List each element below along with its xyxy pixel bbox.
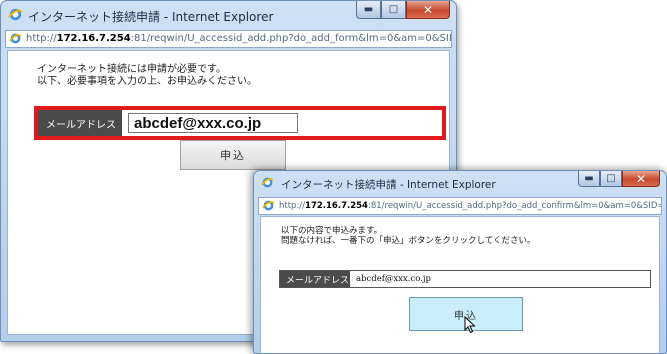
address-bar[interactable]: http://172.16.7.254:81/reqwin/U_accessid… bbox=[5, 30, 452, 48]
email-field-row: メールアドレス abcdef@xxx.co.jp bbox=[34, 106, 446, 140]
maximize-button[interactable]: □ bbox=[381, 1, 406, 19]
url-path: :81/reqwin/U_accessid_add.php?do_add_con… bbox=[367, 201, 662, 211]
ie-page-icon bbox=[262, 200, 275, 211]
email-field-container: abcdef@xxx.co.jp bbox=[122, 110, 442, 136]
confirmation-line: 以下の内容で申込みます。 bbox=[281, 226, 383, 236]
minimize-button[interactable]: ▬ bbox=[356, 1, 381, 19]
confirmation-line: 問題なければ、一番下の「申込」ボタンをクリックしてください。 bbox=[281, 236, 536, 246]
close-button[interactable]: ✕ bbox=[622, 171, 660, 187]
url-scheme: http:// bbox=[26, 33, 57, 44]
minimize-icon: ▬ bbox=[363, 4, 374, 15]
title-bar[interactable]: インターネット接続申請 - Internet Explorer ▬ □ ✕ bbox=[1, 1, 456, 29]
address-bar[interactable]: http://172.16.7.254:81/reqwin/U_accessid… bbox=[258, 197, 662, 215]
instruction-text: インターネット接続には申請が必要です。 以下、必要事項を入力の上、お申込みくださ… bbox=[37, 64, 257, 88]
url-host: 172.16.7.254 bbox=[305, 201, 368, 211]
close-icon: ✕ bbox=[422, 2, 434, 17]
submit-button[interactable]: 申込 bbox=[180, 140, 286, 170]
email-field-row: メールアドレス abcdef@xxx.co.jp bbox=[279, 270, 651, 288]
instruction-line: インターネット接続には申請が必要です。 bbox=[37, 64, 226, 75]
ie-logo-icon bbox=[261, 177, 274, 188]
ie-page-icon bbox=[9, 33, 22, 44]
close-button[interactable]: ✕ bbox=[406, 1, 450, 19]
instruction-line: 以下、必要事項を入力の上、お申込みください。 bbox=[37, 76, 257, 87]
title-bar[interactable]: インターネット接続申請 - Internet Explorer ▬ □ ✕ bbox=[254, 171, 666, 199]
minimize-button[interactable]: ▬ bbox=[578, 171, 600, 187]
confirmation-window: インターネット接続申請 - Internet Explorer ▬ □ ✕ ht… bbox=[253, 170, 667, 354]
confirmation-text: 以下の内容で申込みます。 問題なければ、一番下の「申込」ボタンをクリックしてくだ… bbox=[281, 226, 536, 246]
window-title: インターネット接続申請 - Internet Explorer bbox=[281, 179, 496, 191]
url-path: :81/reqwin/U_accessid_add.php?do_add_for… bbox=[130, 33, 452, 44]
maximize-icon: □ bbox=[606, 173, 616, 184]
ie-logo-icon bbox=[8, 8, 23, 21]
email-field-container: abcdef@xxx.co.jp bbox=[350, 271, 650, 287]
minimize-icon: ▬ bbox=[584, 173, 594, 184]
email-label: メールアドレス bbox=[38, 110, 122, 136]
email-input[interactable]: abcdef@xxx.co.jp bbox=[128, 113, 298, 133]
email-label: メールアドレス bbox=[280, 271, 350, 287]
mouse-cursor-icon bbox=[464, 316, 476, 334]
maximize-button[interactable]: □ bbox=[600, 171, 622, 187]
maximize-icon: □ bbox=[388, 4, 399, 15]
email-value: abcdef@xxx.co.jp bbox=[356, 274, 431, 284]
page-content: 以下の内容で申込みます。 問題なければ、一番下の「申込」ボタンをクリックしてくだ… bbox=[260, 216, 660, 353]
url-scheme: http:// bbox=[279, 201, 306, 211]
window-title: インターネット接続申請 - Internet Explorer bbox=[28, 10, 274, 24]
url-host: 172.16.7.254 bbox=[56, 33, 131, 44]
close-icon: ✕ bbox=[635, 171, 647, 186]
